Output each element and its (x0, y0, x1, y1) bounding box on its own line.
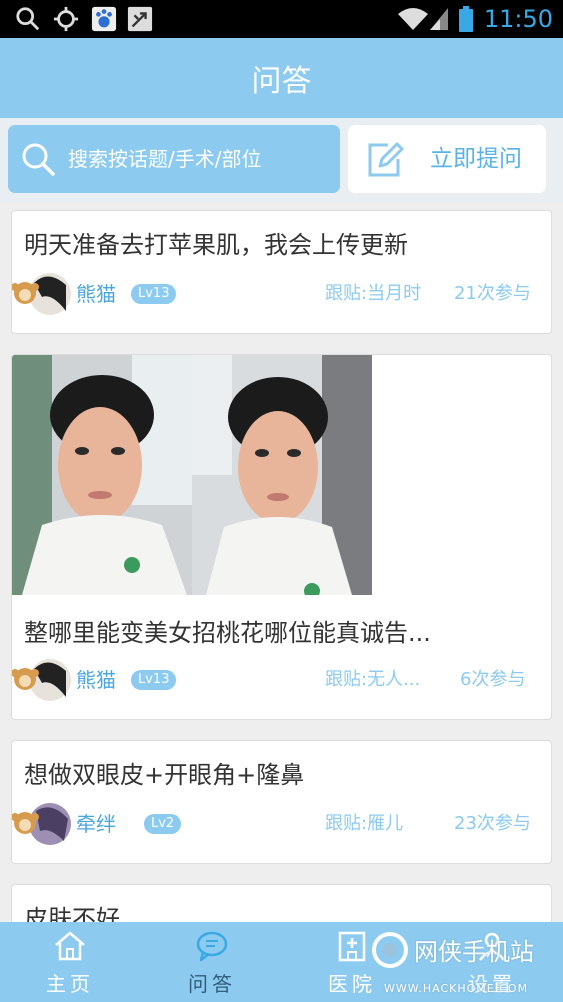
avatar (12, 803, 71, 845)
signal-icon (430, 8, 448, 30)
nav-label: 主页 (46, 972, 94, 996)
username[interactable]: 牵绊 (76, 799, 116, 849)
latest-reply: 跟贴:雁儿 (325, 813, 404, 834)
face-photo-image (192, 355, 372, 595)
level-badge: Lv13 (131, 284, 177, 304)
participant-count: 23次参与 (454, 813, 531, 834)
level-badge: Lv13 (131, 670, 177, 690)
participant-count: 21次参与 (454, 283, 531, 304)
post-photo[interactable] (12, 355, 192, 595)
question-card[interactable]: 明天准备去打苹果肌，我会上传更新 熊猫 Lv13 跟贴:当月时 21次参与 (11, 210, 552, 334)
qa-chat-icon (196, 931, 228, 962)
search-placeholder: 搜索按话题/手术/部位 (68, 147, 262, 171)
status-bar: 11:50 (0, 0, 563, 38)
clock-time: 11:50 (483, 5, 553, 33)
tools-icon (127, 6, 153, 32)
search-input[interactable]: 搜索按话题/手术/部位 (8, 125, 340, 193)
question-meta: 熊猫 Lv13 跟贴:当月时 21次参与 (12, 269, 551, 319)
hospital-icon (338, 931, 366, 962)
search-icon (16, 7, 40, 31)
title-bar: 问答 (0, 38, 563, 118)
question-meta: 熊猫 Lv13 跟贴:无人... 6次参与 (12, 655, 551, 705)
username[interactable]: 熊猫 (76, 269, 116, 319)
watermark-logo-icon (372, 932, 408, 968)
nav-label: 问答 (188, 972, 236, 996)
ask-question-button[interactable]: 立即提问 (348, 125, 546, 193)
question-title: 明天准备去打苹果肌，我会上传更新 (24, 231, 408, 259)
level-badge: Lv2 (144, 814, 182, 834)
post-photo[interactable] (192, 355, 372, 595)
home-icon (55, 931, 85, 961)
face-photo-image (12, 355, 192, 595)
watermark-text: 网侠手机站 (414, 938, 534, 966)
question-title: 整哪里能变美女招桃花哪位能真诚告... (24, 619, 431, 647)
question-card[interactable]: 想做双眼皮+开眼角+隆鼻 牵绊 Lv2 跟贴:雁儿 23次参与 (11, 740, 552, 864)
edit-icon (368, 142, 404, 177)
participant-count: 6次参与 (460, 669, 526, 690)
question-card[interactable]: 整哪里能变美女招桃花哪位能真诚告... 熊猫 Lv13 跟贴:无人... 6次参… (11, 354, 552, 720)
page-title: 问答 (251, 64, 312, 99)
gps-icon (53, 6, 79, 32)
search-row: 搜索按话题/手术/部位 立即提问 (0, 118, 563, 202)
username[interactable]: 熊猫 (76, 655, 116, 705)
search-icon (22, 143, 55, 176)
question-title: 想做双眼皮+开眼角+隆鼻 (24, 761, 305, 789)
avatar (12, 659, 71, 701)
nav-item-home[interactable]: 主页 (0, 922, 140, 1002)
wifi-icon (398, 8, 428, 30)
battery-icon (459, 6, 473, 32)
avatar (12, 273, 71, 315)
baidu-icon (91, 6, 117, 32)
latest-reply: 跟贴:无人... (325, 669, 421, 690)
latest-reply: 跟贴:当月时 (325, 283, 422, 304)
question-meta: 牵绊 Lv2 跟贴:雁儿 23次参与 (12, 799, 551, 849)
ask-question-label: 立即提问 (430, 146, 522, 172)
watermark-url: WWW.HACKHOME.COM (384, 982, 529, 995)
nav-item-qa[interactable]: 问答 (142, 922, 282, 1002)
watermark: 网侠手机站 WWW.HACKHOME.COM (370, 928, 560, 1002)
